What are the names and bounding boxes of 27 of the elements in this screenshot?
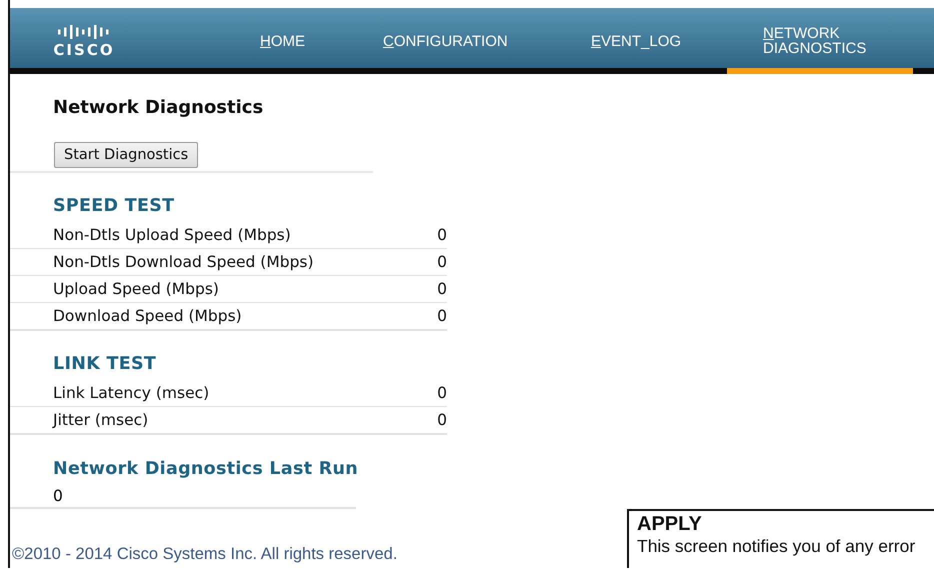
section-title: SPEED TEST — [53, 196, 176, 216]
field-label: Download Speed (Mbps) — [53, 307, 242, 325]
section-title: LINK TEST — [53, 354, 158, 374]
last-run-value: 0 — [10, 483, 356, 509]
nav-tab[interactable]: EVENT_LOG — [591, 8, 727, 74]
field-label: Non-Dtls Upload Speed (Mbps) — [53, 226, 291, 244]
field-value: 0 — [437, 253, 447, 271]
nav-tab[interactable]: HOME — [260, 8, 383, 74]
logo-bars-icon — [58, 24, 110, 40]
field-value: 0 — [437, 307, 447, 325]
field-value: 0 — [437, 411, 447, 429]
field-value: 0 — [437, 280, 447, 298]
popup-title: APPLY — [637, 513, 703, 536]
section-title: Network Diagnostics Last Run — [53, 459, 360, 479]
popup-text: This screen notifies you of any error — [637, 536, 916, 557]
field-label: Upload Speed (Mbps) — [53, 280, 219, 298]
nav-tab[interactable]: NETWORK DIAGNOSTICS — [727, 8, 913, 74]
field-label: Jitter (msec) — [53, 411, 148, 429]
field-value: 0 — [437, 226, 447, 244]
field-value: 0 — [437, 384, 447, 402]
nav-tab[interactable]: CONFIGURATION — [383, 8, 591, 74]
logo-text: CISCO — [53, 40, 115, 58]
copyright-text: ©2010 - 2014 Cisco Systems Inc. All rights reserved. — [12, 545, 398, 564]
field-label: Non-Dtls Download Speed (Mbps) — [53, 253, 314, 271]
field-label: Link Latency (msec) — [53, 384, 210, 402]
page-title: Network Diagnostics — [53, 97, 264, 118]
start-diagnostics-button[interactable]: Start Diagnostics — [54, 142, 198, 168]
